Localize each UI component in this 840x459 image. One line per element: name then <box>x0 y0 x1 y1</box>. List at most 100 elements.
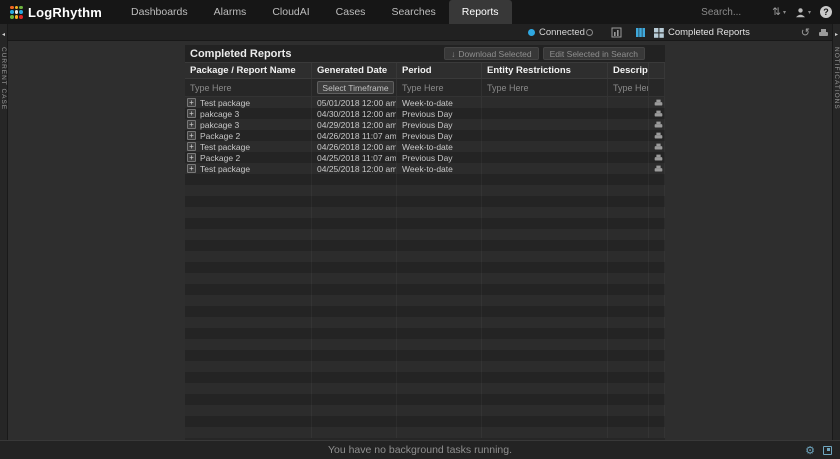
connected-dot-icon <box>528 29 535 36</box>
collapse-left-arrow-icon: ◂ <box>2 31 5 38</box>
table-row[interactable]: + pakcage 3 04/30/2018 12:00 am Previous… <box>185 108 665 119</box>
column-header-entity-restrictions[interactable]: Entity Restrictions <box>482 63 608 78</box>
user-menu-icon[interactable]: ▾ <box>795 7 811 18</box>
report-name: Package 2 <box>200 131 240 141</box>
completed-reports-panel: Completed Reports ↓Download Selected Edi… <box>185 45 665 440</box>
period-value: Previous Day <box>402 153 453 163</box>
expand-row-icon[interactable]: + <box>187 131 196 140</box>
period-value: Week-to-date <box>402 142 453 152</box>
expand-row-icon[interactable]: + <box>187 164 196 173</box>
refresh-icon[interactable]: ↺ <box>801 24 810 41</box>
help-icon[interactable]: ? <box>820 6 832 18</box>
chevron-down-icon: ▾ <box>783 9 786 16</box>
table-row-empty <box>185 240 665 251</box>
period-value: Week-to-date <box>402 98 453 108</box>
report-name: Package 2 <box>200 153 240 163</box>
nav-tab[interactable]: CloudAI <box>259 0 322 24</box>
person-icon <box>795 7 806 18</box>
edit-selected-in-search-button[interactable]: Edit Selected in Search <box>543 47 645 60</box>
chart-view-icon[interactable] <box>611 24 622 41</box>
logo-text: LogRhythm <box>28 5 102 20</box>
current-case-panel-tab[interactable]: ◂ CURRENT CASE <box>0 24 8 440</box>
table-row-empty <box>185 427 665 438</box>
period-value: Previous Day <box>402 131 453 141</box>
generated-date: 04/29/2018 12:00 am <box>317 120 397 130</box>
table-row[interactable]: + Package 2 04/26/2018 11:07 am Previous… <box>185 130 665 141</box>
expand-row-icon[interactable]: + <box>187 153 196 162</box>
table-row-empty <box>185 229 665 240</box>
nav-tab[interactable]: Dashboards <box>118 0 201 24</box>
nav-tab[interactable]: Cases <box>323 0 379 24</box>
nav-tab[interactable]: Reports <box>449 0 512 24</box>
table-row-empty <box>185 350 665 361</box>
top-nav: LogRhythm DashboardsAlarmsCloudAICasesSe… <box>0 0 840 24</box>
table-row-empty <box>185 306 665 317</box>
table-row-empty <box>185 339 665 350</box>
print-icon[interactable] <box>819 24 828 41</box>
grid-view-icon[interactable] <box>635 24 646 41</box>
name-filter-input[interactable]: Type Here <box>190 83 232 93</box>
print-report-icon[interactable] <box>655 99 663 106</box>
generated-date: 05/01/2018 12:00 am <box>317 98 397 108</box>
table-row-empty <box>185 251 665 262</box>
period-value: Week-to-date <box>402 164 453 174</box>
table-row[interactable]: + Test package 04/25/2018 12:00 am Week-… <box>185 163 665 174</box>
table-row-empty <box>185 317 665 328</box>
table-row-empty <box>185 196 665 207</box>
table-row-empty <box>185 174 665 185</box>
download-selected-button[interactable]: ↓Download Selected <box>444 47 539 60</box>
column-header-print <box>649 63 665 78</box>
table-row[interactable]: + Test package 04/26/2018 12:00 am Week-… <box>185 141 665 152</box>
column-header-generated-date[interactable]: Generated Date <box>312 63 397 78</box>
print-report-icon[interactable] <box>655 154 663 161</box>
description-filter-input[interactable]: Type Here <box>613 83 649 93</box>
report-name: Test package <box>200 98 250 108</box>
table-row[interactable]: + pakcage 3 04/29/2018 12:00 am Previous… <box>185 119 665 130</box>
notifications-label: NOTIFICATIONS <box>833 47 840 110</box>
panel-header: Completed Reports ↓Download Selected Edi… <box>185 45 665 62</box>
print-report-icon[interactable] <box>655 165 663 172</box>
table-row-empty <box>185 295 665 306</box>
table-row-empty <box>185 394 665 405</box>
report-name: Test package <box>200 164 250 174</box>
connection-status: Connected <box>528 24 585 41</box>
generated-date: 04/26/2018 11:07 am <box>317 131 397 141</box>
table-row-empty <box>185 273 665 284</box>
report-name: pakcage 3 <box>200 120 239 130</box>
table-row-empty <box>185 185 665 196</box>
entity-filter-input[interactable]: Type Here <box>487 83 529 93</box>
print-report-icon[interactable] <box>655 110 663 117</box>
expand-row-icon[interactable]: + <box>187 109 196 118</box>
column-header-package-report-name[interactable]: Package / Report Name <box>185 63 312 78</box>
expand-row-icon[interactable]: + <box>187 98 196 107</box>
expand-row-icon[interactable]: + <box>187 120 196 129</box>
nav-tab[interactable]: Alarms <box>201 0 260 24</box>
select-timeframe-button[interactable]: Select Timeframe <box>317 81 394 94</box>
search-input[interactable] <box>701 7 763 18</box>
table-row[interactable]: + Package 2 04/25/2018 11:07 am Previous… <box>185 152 665 163</box>
view-selector-label: Completed Reports <box>668 27 750 38</box>
period-value: Previous Day <box>402 109 453 119</box>
settings-gear-icon[interactable]: ⚙ <box>805 445 815 456</box>
table-row-empty <box>185 284 665 295</box>
print-report-icon[interactable] <box>655 143 663 150</box>
table-header: Package / Report Name Generated Date Per… <box>185 62 665 79</box>
column-header-description[interactable]: Description <box>608 63 649 78</box>
printer-icon <box>819 29 828 37</box>
panel-toggle-icon[interactable] <box>823 446 832 455</box>
period-filter-input[interactable]: Type Here <box>402 83 444 93</box>
print-report-icon[interactable] <box>655 121 663 128</box>
table-row[interactable]: + Test package 05/01/2018 12:00 am Week-… <box>185 97 665 108</box>
period-value: Previous Day <box>402 120 453 130</box>
generated-date: 04/30/2018 12:00 am <box>317 109 397 119</box>
logrhythm-logo-icon <box>10 6 23 19</box>
sort-options-icon[interactable]: ⇅▾ <box>772 6 786 18</box>
logo: LogRhythm <box>0 0 112 24</box>
nav-tab[interactable]: Searches <box>378 0 448 24</box>
print-report-icon[interactable] <box>655 132 663 139</box>
expand-row-icon[interactable]: + <box>187 142 196 151</box>
view-selector[interactable]: Completed Reports <box>654 24 750 41</box>
column-header-period[interactable]: Period <box>397 63 482 78</box>
table-row-empty <box>185 416 665 427</box>
notifications-panel-tab[interactable]: ▸ NOTIFICATIONS <box>832 24 840 440</box>
